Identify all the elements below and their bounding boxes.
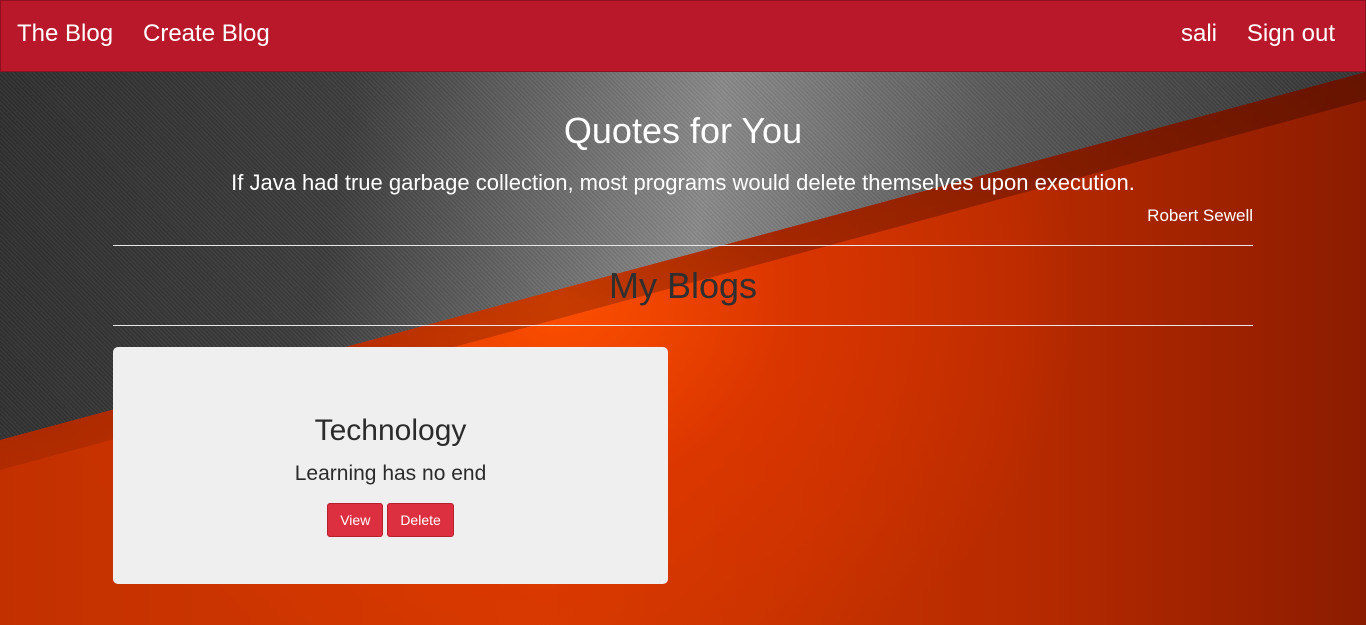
delete-button[interactable]: Delete — [387, 503, 454, 537]
sign-out-link[interactable]: Sign out — [1247, 20, 1335, 48]
create-blog-link[interactable]: Create Blog — [143, 20, 270, 48]
divider-bottom — [113, 325, 1253, 326]
blog-card-description: Learning has no end — [294, 462, 487, 485]
top-navbar: The Blog Create Blog sali Sign out — [0, 0, 1366, 72]
my-blogs-title: My Blogs — [608, 265, 758, 306]
quotes-title: Quotes for You — [563, 110, 803, 151]
quote-author: Robert Sewell — [1147, 206, 1253, 225]
blog-card-title: Technology — [314, 414, 467, 447]
quote-text: If Java had true garbage collection, mos… — [231, 170, 1135, 195]
brand-link[interactable]: The Blog — [17, 20, 113, 48]
blog-card: Technology Learning has no end View Dele… — [113, 347, 668, 584]
blog-card-actions: View Delete — [113, 503, 668, 537]
user-profile-link[interactable]: sali — [1181, 20, 1217, 48]
view-button[interactable]: View — [327, 503, 384, 537]
divider-top — [113, 245, 1253, 246]
